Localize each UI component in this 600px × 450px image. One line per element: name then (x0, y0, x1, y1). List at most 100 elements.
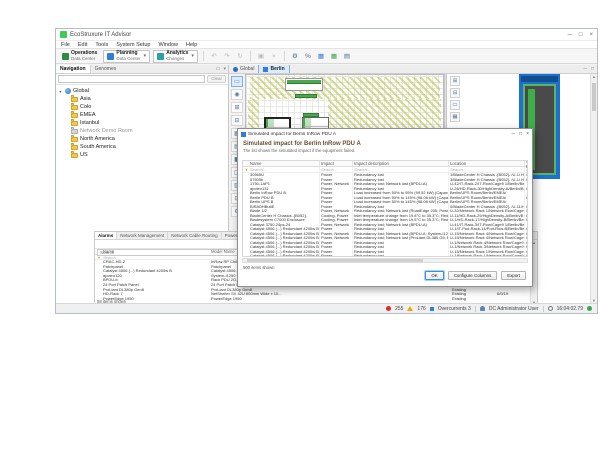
map-tool-icon[interactable]: ▭ (231, 76, 243, 87)
dialog-subtitle: The list shows the simulated impact if t… (243, 148, 527, 153)
filter-input[interactable]: Search... (525, 167, 527, 172)
vertical-scrollbar[interactable]: ▲ ▼ (590, 74, 597, 303)
ok-button[interactable]: OK (425, 271, 443, 280)
redo-icon[interactable]: ↷ (222, 51, 232, 61)
minimize-view-icon[interactable]: ─ (583, 66, 587, 72)
configure-columns-button[interactable]: Configure Columns (448, 271, 498, 280)
table-row[interactable]: Catalyst 4506 (...) Redundant 4200w B Po… (243, 254, 527, 257)
cell-impact-description: Redundancy lost (353, 254, 449, 257)
filter-input[interactable]: Search... (320, 167, 353, 172)
menu-item[interactable]: System Setup (116, 42, 150, 48)
column-header[interactable]: Location (449, 161, 525, 166)
filter-input[interactable]: Search... (250, 167, 320, 172)
warning-alarm-count[interactable]: 176 (417, 306, 425, 312)
horizontal-scrollbar[interactable] (242, 258, 528, 263)
operations-mode-button[interactable]: Operations Data Center (59, 50, 100, 63)
expander-icon[interactable]: ▾ (58, 89, 63, 94)
chevron-down-icon[interactable]: ▾ (191, 53, 194, 59)
menu-item[interactable]: Tools (95, 42, 108, 48)
clear-search-button[interactable]: Clear (207, 75, 226, 83)
menu-item[interactable]: File (61, 42, 70, 48)
tree-item[interactable]: North America (71, 135, 226, 143)
export-button[interactable]: Export (501, 271, 526, 280)
menu-item[interactable]: Edit (78, 42, 87, 48)
close-button[interactable]: × (589, 32, 593, 38)
planning-mode-button[interactable]: Planning Data Center ▾ (103, 50, 150, 63)
capacity-icon[interactable]: % (303, 51, 313, 61)
table-green-icon[interactable]: ▦ (329, 51, 339, 61)
maximize-button[interactable]: □ (579, 32, 583, 38)
filter-input[interactable]: Search... (449, 167, 525, 172)
elevation-tool-icon[interactable]: ⊟ (450, 88, 460, 98)
tab-genomes[interactable]: Genomes (91, 65, 121, 73)
minimize-button[interactable]: ─ (568, 32, 572, 38)
tree-root-global[interactable]: ▾ Global (58, 87, 226, 95)
scrollbar-thumb[interactable] (247, 259, 423, 262)
app-window: EcoStruxure IT Advisor ─ □ × FileEditToo… (55, 28, 598, 314)
overcurrents-label[interactable]: Overcurrents 3 (438, 306, 471, 312)
globe-icon (65, 88, 71, 94)
menu-chevron-icon[interactable]: ▾ (223, 66, 226, 72)
tree-item[interactable]: Asia (71, 95, 226, 103)
elevation-tool-icon[interactable]: ▦ (450, 112, 460, 122)
rack-row[interactable] (285, 78, 323, 91)
tab-berlin[interactable]: Berlin (258, 65, 289, 73)
globe-icon (233, 67, 238, 72)
elevation-tool-icon[interactable]: ▭ (450, 100, 460, 110)
column-header[interactable]: Impact description (353, 161, 449, 166)
tab-navigation[interactable]: Navigation (56, 65, 91, 73)
filter-funnel-icon[interactable]: ▼ (243, 167, 250, 172)
connection-status-icon (587, 306, 592, 311)
tree-item[interactable]: US (71, 151, 226, 159)
tree-item[interactable]: EMEA (71, 111, 226, 119)
tab-navigation-label: Navigation (60, 66, 86, 72)
layers-icon[interactable]: ▤ (342, 51, 352, 61)
minimize-view-icon[interactable]: ▭ (216, 66, 221, 72)
scroll-down-icon[interactable]: ▼ (531, 300, 537, 303)
tree-item-label: Network Demo Room (80, 128, 133, 134)
table-row[interactable]: PowerEdge 1950 PowerEdge 1950 Existing (95, 297, 537, 302)
elevation-tool-icon[interactable]: ⊞ (450, 76, 460, 86)
tree-item[interactable]: Istanbul (71, 119, 226, 127)
history-icon[interactable]: ↻ (235, 51, 245, 61)
table-blue-icon[interactable]: ▦ (316, 51, 326, 61)
chevron-down-icon[interactable]: ▾ (144, 53, 147, 59)
filter-input[interactable]: Search... (103, 255, 211, 260)
menu-item[interactable]: Help (186, 42, 197, 48)
menu-item[interactable]: Window (158, 42, 178, 48)
tree-item-label: Istanbul (80, 120, 99, 126)
map-tool-icon[interactable]: ◉ (231, 89, 243, 100)
critical-alarm-count[interactable]: 255 (395, 306, 403, 312)
maximize-view-icon[interactable]: □ (591, 66, 594, 72)
wrench-icon[interactable]: ⚙ (290, 51, 300, 61)
warning-alarm-icon (407, 306, 413, 311)
folder-icon (71, 105, 78, 110)
filter-input[interactable]: Search... (353, 167, 449, 172)
map-tool-icon[interactable]: ⊞ (231, 102, 243, 113)
scrollbar-thumb[interactable] (592, 83, 596, 111)
cell-impact: Power (320, 254, 353, 257)
column-header[interactable]: Name (250, 161, 320, 166)
navigation-tab-bar: Navigation Genomes ▭ ▾ (56, 65, 228, 74)
tab-alarms[interactable]: Alarms (95, 232, 117, 239)
filter-funnel-icon[interactable]: ▼ (95, 255, 103, 260)
tree-item[interactable]: Colo (71, 103, 226, 111)
tab-network-management[interactable]: Network Management (117, 232, 168, 239)
copy-icon[interactable]: ▣ (256, 51, 266, 61)
undo-icon[interactable]: ↶ (209, 51, 219, 61)
column-header-name[interactable]: Name (103, 249, 211, 254)
tree-item[interactable]: Network Demo Room (71, 127, 226, 135)
tab-network-cable-routing[interactable]: Network Cable Routing (168, 232, 221, 239)
sidebar-search-input[interactable] (58, 75, 205, 83)
map-tool-icon[interactable]: ⊟ (231, 115, 243, 126)
column-header[interactable]: Impact (320, 161, 353, 166)
analytics-mode-button[interactable]: Analytics Changes ▾ (153, 50, 198, 63)
delete-icon[interactable]: × (269, 51, 279, 61)
dialog-maximize-button[interactable]: □ (519, 131, 522, 137)
scroll-up-icon[interactable]: ▲ (591, 74, 597, 79)
tree-item[interactable]: South America (71, 143, 226, 151)
tab-global[interactable]: Global (229, 65, 258, 73)
dialog-minimize-button[interactable]: ─ (512, 131, 516, 137)
dialog-close-button[interactable]: × (526, 131, 529, 137)
panel-controls: ▭ ▾ (214, 65, 228, 73)
